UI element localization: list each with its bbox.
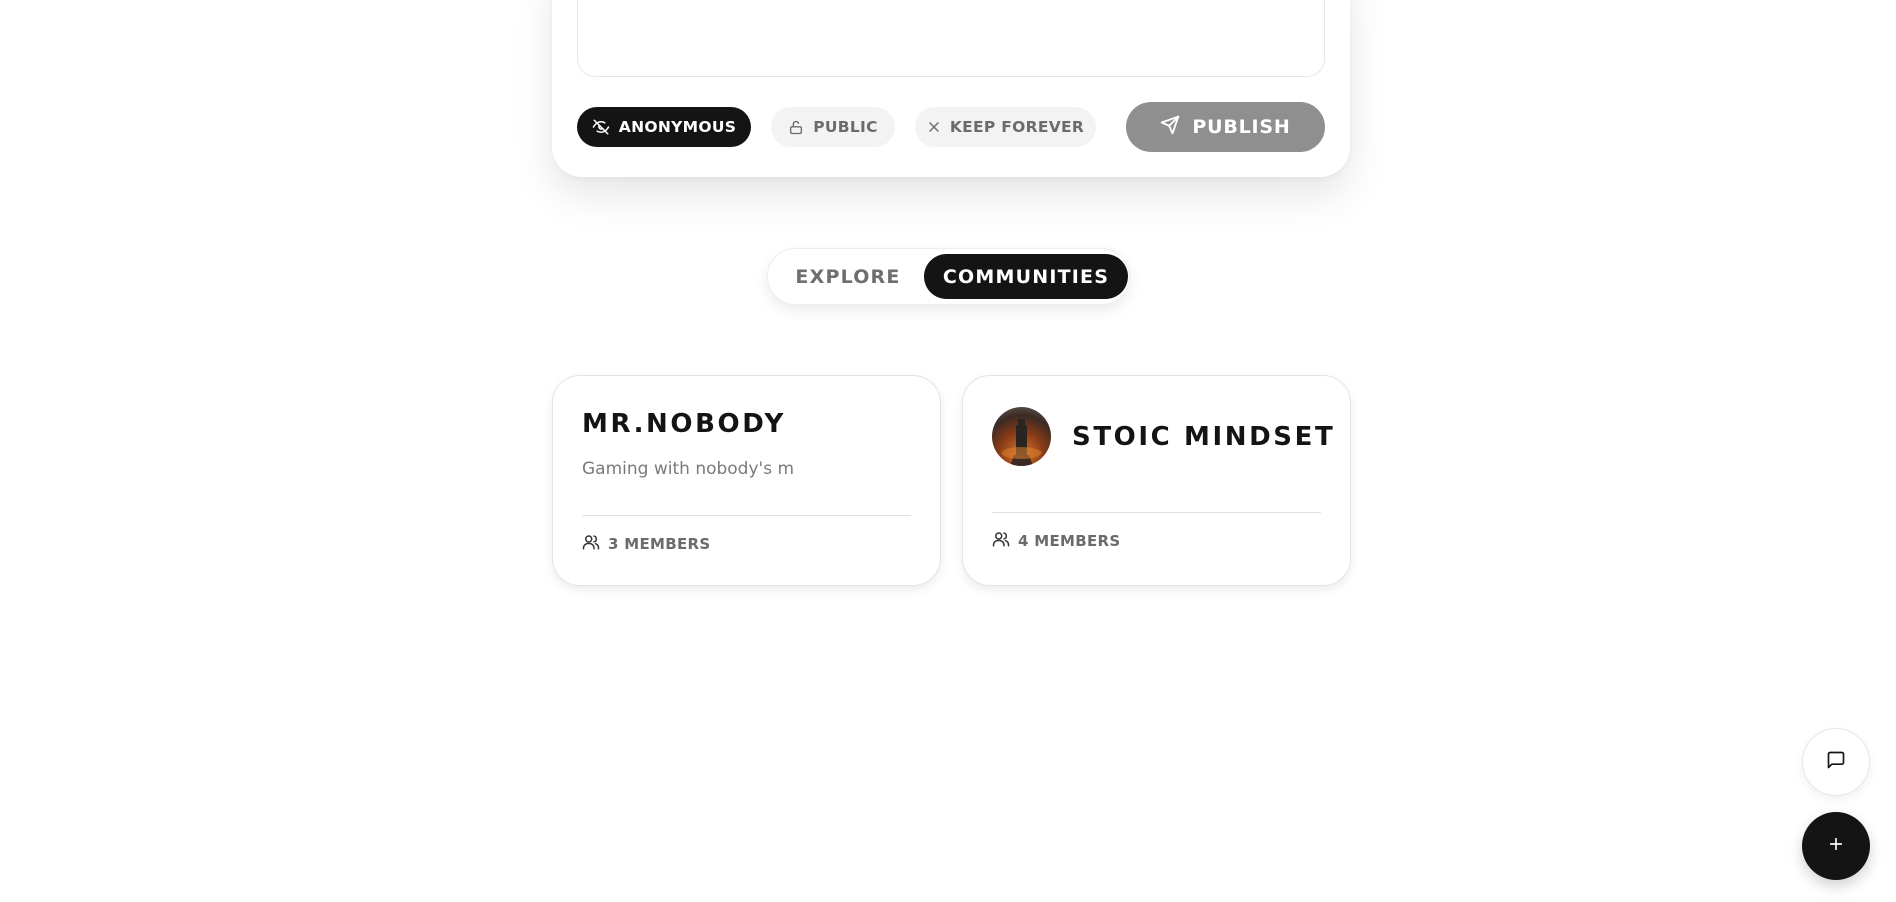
- users-icon: [582, 533, 600, 555]
- publish-label: PUBLISH: [1192, 116, 1291, 138]
- community-avatar: [992, 407, 1051, 466]
- add-fab-button[interactable]: [1802, 812, 1870, 880]
- tab-communities[interactable]: COMMUNITIES: [924, 254, 1128, 299]
- member-count-label: 4 MEMBERS: [1018, 532, 1121, 550]
- retention-label: KEEP FOREVER: [949, 118, 1085, 136]
- feed-tab-switch: EXPLORE COMMUNITIES: [767, 248, 1130, 305]
- plus-icon: [1827, 835, 1845, 857]
- retention-toggle[interactable]: KEEP FOREVER: [915, 107, 1096, 147]
- users-icon: [992, 530, 1010, 552]
- community-description: Gaming with nobody's m: [582, 459, 795, 479]
- card-divider: [582, 515, 911, 516]
- post-composer-card: ANONYMOUS PUBLIC KEEP FOREVER PUBLISH: [552, 0, 1350, 177]
- tab-explore[interactable]: EXPLORE: [773, 254, 923, 299]
- community-name: MR.NOBODY: [582, 409, 786, 439]
- community-name: STOIC MINDSET: [1072, 422, 1336, 452]
- member-count: 3 MEMBERS: [582, 533, 711, 555]
- anonymous-label: ANONYMOUS: [618, 118, 737, 136]
- chat-icon: [1826, 750, 1846, 774]
- member-count: 4 MEMBERS: [992, 530, 1121, 552]
- visibility-toggle[interactable]: PUBLIC: [771, 107, 895, 147]
- composer-toolbar: ANONYMOUS PUBLIC KEEP FOREVER PUBLISH: [577, 102, 1325, 154]
- send-icon: [1160, 115, 1180, 140]
- unlock-icon: [788, 119, 804, 136]
- visibility-label: PUBLIC: [813, 118, 878, 136]
- eye-off-icon: [592, 118, 610, 136]
- card-divider: [992, 512, 1321, 513]
- chat-fab-button[interactable]: [1802, 728, 1870, 796]
- community-card[interactable]: STOIC MINDSET 4 MEMBERS: [962, 375, 1351, 586]
- member-count-label: 3 MEMBERS: [608, 535, 711, 553]
- anonymous-toggle[interactable]: ANONYMOUS: [577, 107, 751, 147]
- close-icon: [927, 120, 941, 134]
- community-card[interactable]: MR.NOBODY Gaming with nobody's m 3 MEMBE…: [552, 375, 941, 586]
- publish-button[interactable]: PUBLISH: [1126, 102, 1325, 152]
- post-textarea[interactable]: [577, 0, 1325, 77]
